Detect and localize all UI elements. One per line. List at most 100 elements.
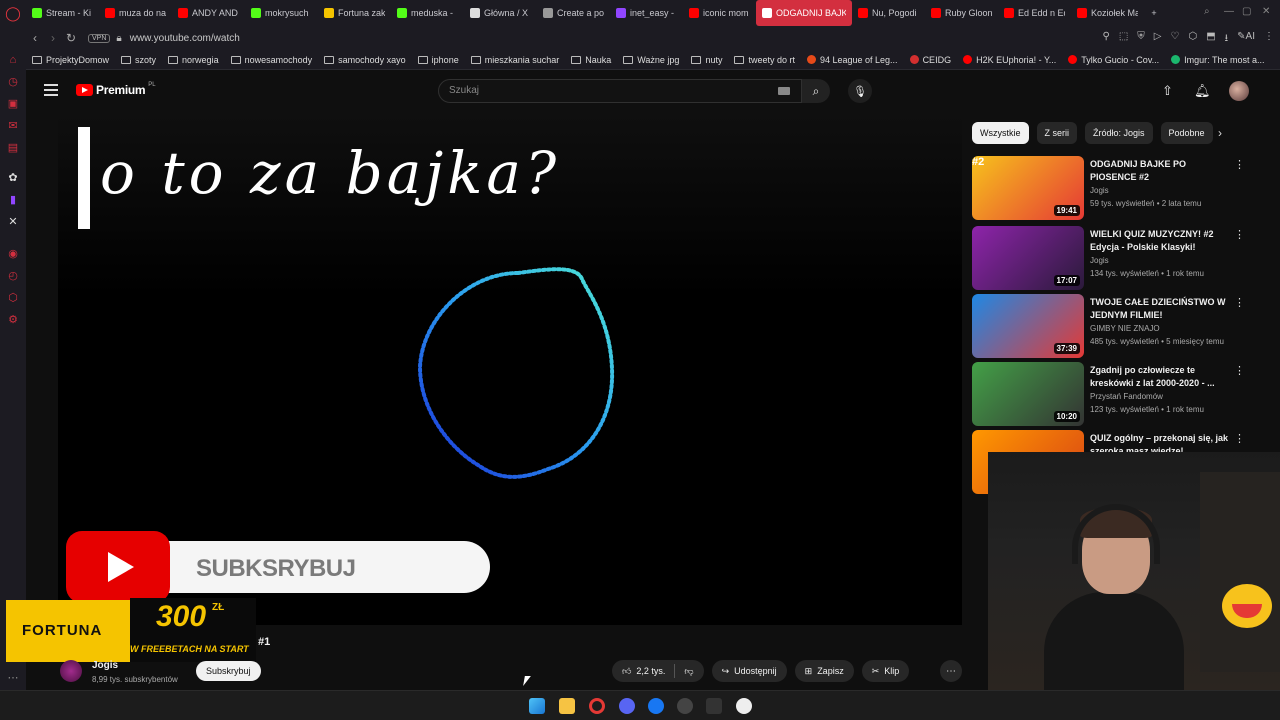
bookmark-item[interactable]: mieszkania suchar <box>465 55 566 65</box>
account-avatar[interactable] <box>1229 81 1249 101</box>
video-menu-icon[interactable]: ⋮ <box>1234 228 1245 241</box>
guide-menu-icon[interactable] <box>44 84 58 96</box>
video-channel[interactable]: Jogis <box>1090 186 1109 195</box>
browser-tab[interactable]: inet_easy - <box>610 0 683 26</box>
bookmark-item[interactable]: nuty <box>685 55 728 65</box>
video-channel[interactable]: Przystań Fandomów <box>1090 392 1163 401</box>
file-explorer-icon[interactable] <box>559 698 575 714</box>
video-title[interactable]: Zgadnij po człowiecze te kreskówki z lat… <box>1090 364 1230 390</box>
video-channel[interactable]: GIMBY NIE ZNAJO <box>1090 324 1160 333</box>
youtube-premium-logo[interactable]: Premium PL <box>76 82 156 97</box>
sidebar-x-icon[interactable]: ✕ <box>7 216 19 228</box>
bookmark-item[interactable]: Tylko Gucio - Cov... <box>1062 55 1165 65</box>
video-menu-icon[interactable]: ⋮ <box>1234 158 1245 171</box>
keyboard-icon[interactable] <box>778 87 790 95</box>
recommended-video[interactable]: 10:20 Zgadnij po człowiecze te kreskówki … <box>972 362 1252 426</box>
filter-chip[interactable]: Podobne <box>1160 122 1213 144</box>
sidebar-extensions-icon[interactable]: ⬡ <box>7 292 19 304</box>
share-button[interactable]: ↪ Udostępnij <box>711 660 787 682</box>
obs-icon[interactable] <box>677 698 693 714</box>
bookmark-item[interactable]: ProjektyDomow <box>26 55 115 65</box>
search-input[interactable]: Szukaj <box>438 79 802 103</box>
video-thumbnail[interactable]: 17:07 <box>972 226 1084 290</box>
bookmark-item[interactable]: CEIDG <box>904 55 958 65</box>
start-menu-icon[interactable] <box>529 698 545 714</box>
sidebar-twitch-icon[interactable]: ▮ <box>7 194 19 206</box>
bookmark-item[interactable]: Nauka <box>565 55 617 65</box>
menu-icon[interactable]: ⋮ <box>1264 31 1274 48</box>
video-channel[interactable]: Jogis <box>1090 256 1109 265</box>
thumbs-down-icon[interactable]: 👎︎ <box>684 666 693 677</box>
shield-icon[interactable]: ⛨ <box>1137 31 1145 48</box>
browser-tab[interactable]: meduska - <box>391 0 464 26</box>
filter-chip[interactable]: Z serii <box>1036 122 1077 144</box>
bookmark-item[interactable]: Ważne jpg <box>617 55 685 65</box>
sidebar-messenger-icon[interactable]: ✉ <box>7 120 19 132</box>
bookmark-item[interactable]: H2K EUphoria! - Y... <box>957 55 1062 65</box>
search-button[interactable]: ⌕ <box>802 79 830 103</box>
forward-icon[interactable]: › <box>44 31 62 45</box>
sidebar-history-icon[interactable]: ◷ <box>7 76 19 88</box>
video-thumbnail[interactable]: #2 19:41 <box>972 156 1084 220</box>
discord-icon[interactable] <box>619 698 635 714</box>
player-icon[interactable]: ▷ <box>1154 31 1162 48</box>
new-tab-button[interactable]: + <box>1144 0 1164 26</box>
bookmark-item[interactable]: nowesamochody <box>225 55 319 65</box>
browser-tab[interactable]: Ed Edd n Ed <box>998 0 1071 26</box>
bookmark-item[interactable]: norwegia <box>162 55 225 65</box>
recommended-video[interactable]: 17:07 WIELKI QUIZ MUZYCZNY! #2 Edycja - P… <box>972 226 1252 290</box>
video-title[interactable]: TWOJE CAŁE DZIECIŃSTWO W JEDNYM FILMIE! <box>1090 296 1230 322</box>
bookmark-item[interactable]: Imgur: The most a... <box>1165 55 1270 65</box>
opera-logo-icon[interactable]: ◯ <box>0 0 26 26</box>
chips-next-icon[interactable]: › <box>1218 126 1222 140</box>
sidebar-mail-icon[interactable]: ▤ <box>7 142 19 154</box>
bookmark-item[interactable]: tweety do rt <box>728 55 801 65</box>
channel-name[interactable]: Jogis <box>92 660 118 671</box>
channel-avatar[interactable] <box>60 660 82 682</box>
sidebar-more-icon[interactable]: ⋯ <box>7 672 19 684</box>
reload-icon[interactable]: ↻ <box>62 31 80 45</box>
opera-taskbar-icon[interactable] <box>589 698 605 714</box>
terminal-icon[interactable] <box>706 698 722 714</box>
more-actions-button[interactable]: ⋯ <box>940 660 962 682</box>
browser-tab[interactable]: muza do na <box>99 0 172 26</box>
app-icon[interactable] <box>736 698 752 714</box>
video-thumbnail[interactable]: 37:39 <box>972 294 1084 358</box>
sidebar-wallet-icon[interactable]: ▣ <box>7 98 19 110</box>
ai-icon[interactable]: ✎AI <box>1237 31 1255 48</box>
browser-tab[interactable]: Stream - Ki <box>26 0 99 26</box>
recommended-video[interactable]: #2 19:41 ODGADNIJ BAJKE PO PIOSENCE #2 Jogi… <box>972 156 1252 220</box>
recommended-video[interactable]: QUIZ ogólny – przekonaj się, jak szeroka… <box>972 430 1252 494</box>
url-field[interactable]: www.youtube.com/watch <box>130 33 240 44</box>
bookmark-item[interactable]: samochody xayo <box>318 55 412 65</box>
back-icon[interactable]: ‹ <box>26 31 44 45</box>
video-menu-icon[interactable]: ⋮ <box>1234 432 1245 445</box>
bookmark-item[interactable]: iphone <box>412 55 465 65</box>
browser-tab[interactable]: iconic mom <box>683 0 756 26</box>
bookmark-item[interactable]: szoty <box>115 55 162 65</box>
sidebar-home-icon[interactable]: ⌂ <box>7 54 19 66</box>
wallet-icon[interactable]: ⬒ <box>1206 31 1215 48</box>
browser-tab[interactable]: Create a po <box>537 0 610 26</box>
download-icon[interactable]: ⭳ <box>1225 31 1229 48</box>
subscribe-button[interactable]: Subskrybuj <box>196 661 261 681</box>
video-title[interactable]: ODGADNIJ BAJKE PO PIOSENCE #2 <box>1090 158 1230 184</box>
maximize-icon[interactable]: ▢ <box>1242 6 1251 17</box>
filter-chip[interactable]: Wszystkie <box>972 122 1029 144</box>
sidebar-chatgpt-icon[interactable]: ✿ <box>7 172 19 184</box>
bookmark-icon[interactable]: ♡ <box>1171 31 1180 48</box>
video-menu-icon[interactable]: ⋮ <box>1234 296 1245 309</box>
pin-icon[interactable]: ⚲ <box>1103 31 1110 48</box>
sidebar-clock-icon[interactable]: ◴ <box>7 270 19 282</box>
snapshot-icon[interactable]: ⬚ <box>1119 31 1128 48</box>
browser-tab[interactable]: Koziołek Ma <box>1071 0 1144 26</box>
clip-button[interactable]: ✂ Klip <box>861 660 910 682</box>
sidebar-settings-icon[interactable]: ⚙ <box>7 314 19 326</box>
extensions-icon[interactable]: ⬡ <box>1188 31 1197 48</box>
close-window-icon[interactable]: ✕ <box>1262 6 1270 17</box>
video-thumbnail[interactable]: 10:20 <box>972 362 1084 426</box>
video-menu-icon[interactable]: ⋮ <box>1234 364 1245 377</box>
like-button[interactable]: 👍︎ 2,2 tys. 👎︎ <box>612 660 704 682</box>
sidebar-music-icon[interactable]: ◉ <box>7 248 19 260</box>
search-tabs-icon[interactable]: ⌕ <box>1204 6 1210 17</box>
